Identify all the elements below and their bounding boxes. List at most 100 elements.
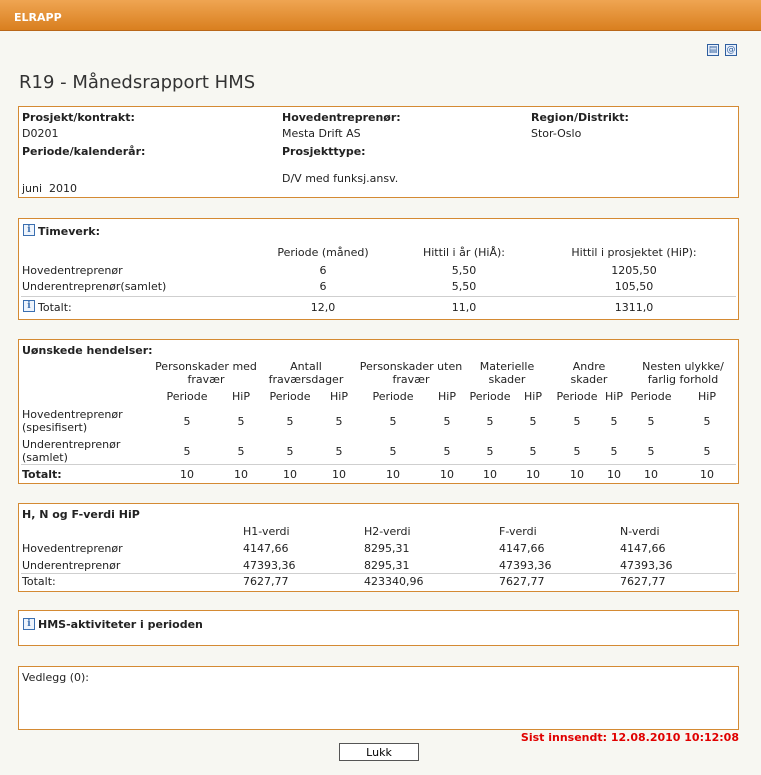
incident-total-cell: 10 (332, 468, 346, 481)
divider (21, 296, 736, 297)
incident-cell: 5 (389, 445, 397, 458)
hours-total-cell: 1311,0 (614, 301, 654, 314)
incident-group-header: Antall fraværsdager (268, 360, 344, 386)
hnf-cell: 4147,66 (620, 542, 666, 555)
info-icon[interactable]: i (23, 300, 35, 312)
incident-cell: 5 (389, 415, 397, 428)
divider (21, 464, 736, 465)
hnf-total-cell: 7627,77 (243, 575, 289, 588)
hours-title: Timeverk: (38, 225, 100, 238)
incident-total-cell: 10 (234, 468, 248, 481)
incident-total-cell: 10 (607, 468, 621, 481)
hnf-panel: H, N og F-verdi HiP H1-verdi H2-verdi F-… (18, 503, 739, 592)
hnf-cell: 4147,66 (243, 542, 289, 555)
project-label: Prosjekt/kontrakt: (22, 111, 135, 124)
incident-cell: 5 (335, 445, 343, 458)
incident-cell: 5 (610, 415, 618, 428)
hours-row-label: Hovedentreprenør (22, 264, 123, 277)
app-title: ELRAPP (14, 11, 62, 24)
hnf-total-cell: 423340,96 (364, 575, 424, 588)
incident-row-label: Underentreprenør (samlet) (22, 438, 121, 464)
incident-group-header: Materielle skader (479, 360, 535, 386)
last-sent-status: Sist innsendt: 12.08.2010 10:12:08 (520, 731, 739, 744)
incidents-panel: Uønskede hendelser: Personskader med fra… (18, 339, 739, 484)
hours-cell: 5,50 (451, 280, 477, 293)
info-icon[interactable]: i (23, 224, 35, 236)
incident-cell: 5 (486, 415, 494, 428)
info-icon[interactable]: i (23, 618, 35, 630)
hnf-total-cell: 7627,77 (499, 575, 545, 588)
project-type-value: D/V med funksj.ansv. (282, 172, 399, 185)
hnf-title: H, N og F-verdi HiP (22, 508, 140, 521)
hnf-cell: 8295,31 (364, 542, 410, 555)
incident-total-label: Totalt: (22, 468, 62, 481)
email-icon[interactable]: @ (725, 44, 737, 56)
sub-header-hip: HiP (438, 390, 456, 403)
close-button[interactable]: Lukk (339, 743, 419, 761)
period-value: juni 2010 (22, 182, 78, 195)
hnf-header: N-verdi (620, 525, 660, 538)
period-label: Periode/kalenderår: (22, 145, 146, 158)
incident-cell: 5 (183, 415, 191, 428)
sub-header-hip: HiP (232, 390, 250, 403)
incident-total-cell: 10 (700, 468, 714, 481)
incident-cell: 5 (237, 445, 245, 458)
printer-icon[interactable]: ▤ (707, 44, 719, 56)
sub-header-period: Periode (372, 390, 414, 403)
incident-total-cell: 10 (283, 468, 297, 481)
incident-total-cell: 10 (386, 468, 400, 481)
incident-row-label: Hovedentreprenør (spesifisert) (22, 408, 123, 434)
hnf-total-cell: 7627,77 (620, 575, 666, 588)
incident-cell: 5 (529, 445, 537, 458)
hnf-cell: 4147,66 (499, 542, 545, 555)
incident-cell: 5 (286, 415, 294, 428)
hours-total-cell: 12,0 (310, 301, 336, 314)
hours-header-period: Periode (måned) (277, 246, 369, 259)
hnf-cell: 8295,31 (364, 559, 410, 572)
incident-cell: 5 (335, 415, 343, 428)
incident-total-cell: 10 (483, 468, 497, 481)
incident-cell: 5 (529, 415, 537, 428)
sub-header-hip: HiP (330, 390, 348, 403)
hnf-cell: 47393,36 (243, 559, 296, 572)
sub-header-hip: HiP (698, 390, 716, 403)
sub-header-period: Periode (166, 390, 208, 403)
app-titlebar: ELRAPP (0, 0, 761, 31)
incident-cell: 5 (237, 415, 245, 428)
hnf-total-label: Totalt: (22, 575, 56, 588)
hnf-row-label: Hovedentreprenør (22, 542, 123, 555)
region-value: Stor-Oslo (531, 127, 582, 140)
incident-cell: 5 (703, 445, 711, 458)
incident-total-cell: 10 (440, 468, 454, 481)
incident-cell: 5 (573, 445, 581, 458)
attachments-label: Vedlegg (0): (22, 671, 89, 684)
incident-cell: 5 (573, 415, 581, 428)
hnf-cell: 47393,36 (620, 559, 673, 572)
incident-cell: 5 (647, 415, 655, 428)
hnf-header: H1-verdi (243, 525, 290, 538)
hours-header-hia: Hittil i år (HiÅ): (422, 246, 506, 259)
contractor-label: Hovedentreprenør: (282, 111, 401, 124)
hnf-header: H2-verdi (364, 525, 411, 538)
incident-group-header: Personskader uten fravær (359, 360, 463, 386)
incident-total-cell: 10 (644, 468, 658, 481)
sub-header-period: Periode (630, 390, 672, 403)
hours-cell: 6 (319, 280, 327, 293)
hours-row-label: Underentreprenør(samlet) (22, 280, 167, 293)
project-info-panel: Prosjekt/kontrakt: D0201 Hovedentreprenø… (18, 106, 739, 198)
hnf-row-label: Underentreprenør (22, 559, 121, 572)
project-value: D0201 (22, 127, 59, 140)
divider (21, 573, 736, 574)
incident-cell: 5 (286, 445, 294, 458)
incident-cell: 5 (443, 445, 451, 458)
hours-cell: 1205,50 (611, 264, 657, 277)
activities-panel: i HMS-aktiviteter i perioden (18, 610, 739, 646)
project-type-label: Prosjekttype: (282, 145, 366, 158)
incident-group-header: Nesten ulykke/ farlig forhold (642, 360, 724, 386)
incident-total-cell: 10 (526, 468, 540, 481)
hours-cell: 105,50 (614, 280, 654, 293)
sub-header-period: Periode (469, 390, 511, 403)
activities-title: HMS-aktiviteter i perioden (38, 618, 203, 631)
incident-cell: 5 (443, 415, 451, 428)
hours-cell: 5,50 (451, 264, 477, 277)
